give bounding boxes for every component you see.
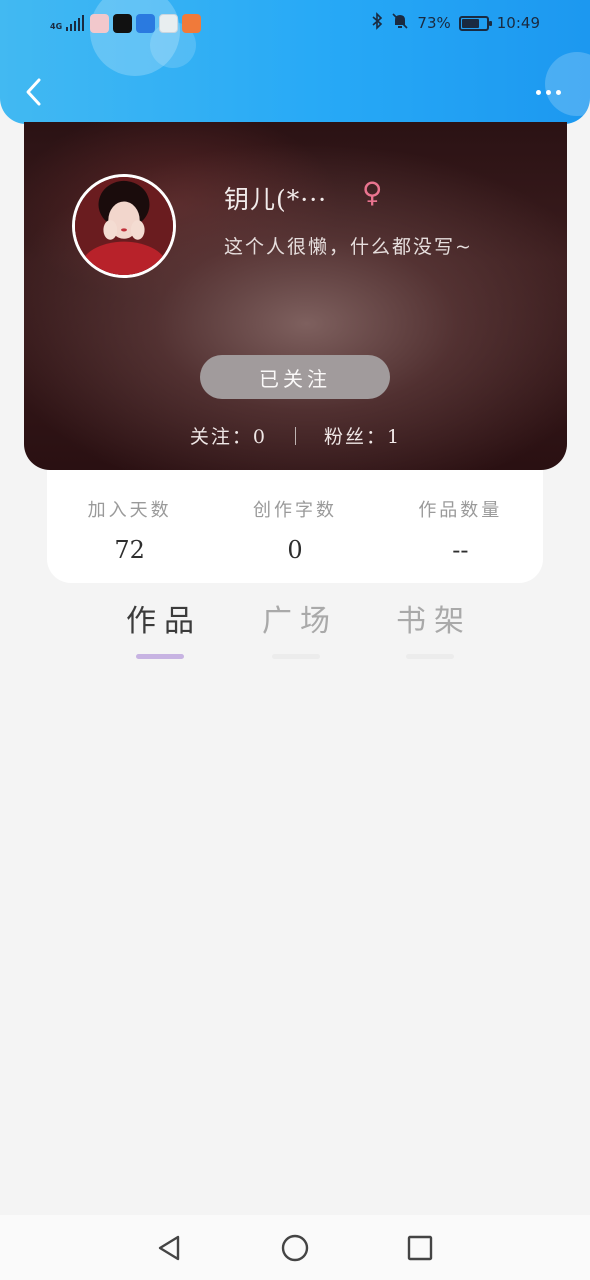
signal-icon: 4G — [50, 15, 85, 31]
home-circle-icon — [281, 1234, 309, 1262]
following-button[interactable]: 已关注 — [200, 355, 390, 399]
back-triangle-icon — [158, 1235, 180, 1261]
back-button[interactable] — [18, 74, 48, 110]
app-icon — [90, 13, 110, 33]
stats-divider — [295, 426, 296, 445]
system-nav-bar — [0, 1215, 590, 1280]
network-type: 4G — [50, 22, 63, 31]
stat-works-count: 作品数量 -- — [378, 470, 543, 583]
following-count: 0 — [252, 426, 267, 448]
more-dots-icon — [535, 89, 541, 95]
avatar[interactable] — [72, 174, 176, 278]
stat-value: -- — [452, 536, 469, 564]
nickname: 钥儿(*··· — [224, 185, 328, 214]
content-tabs: 作品 广场 书架 — [0, 596, 590, 660]
app-icon — [136, 13, 156, 33]
top-header: 4G 73% 10:49 — [0, 0, 590, 124]
bell-muted-icon — [391, 12, 409, 34]
tab-label: 作品 — [126, 604, 202, 639]
tiktok-icon — [113, 13, 133, 33]
stat-label: 作品数量 — [418, 500, 503, 521]
following-stat[interactable]: 关注：0 — [190, 422, 267, 449]
follow-stats: 关注：0 粉丝：1 — [24, 422, 567, 449]
following-label: 关注： — [189, 426, 253, 448]
tab-bookshelf[interactable]: 书架 — [380, 596, 480, 660]
fans-label: 粉丝： — [324, 426, 388, 448]
fans-count: 1 — [387, 426, 402, 448]
tab-label: 广场 — [262, 604, 338, 639]
fans-stat[interactable]: 粉丝：1 — [324, 422, 401, 449]
stats-card: 加入天数 72 创作字数 0 作品数量 -- — [47, 470, 543, 583]
app-icon — [182, 13, 202, 33]
nav-back-button[interactable] — [154, 1233, 184, 1263]
chevron-left-icon — [26, 78, 41, 106]
stat-value: 72 — [114, 536, 145, 564]
nav-home-button[interactable] — [280, 1233, 310, 1263]
bluetooth-icon — [371, 12, 383, 34]
stat-word-count: 创作字数 0 — [212, 470, 377, 583]
stat-join-days: 加入天数 72 — [47, 470, 212, 583]
recents-square-icon — [407, 1235, 433, 1261]
tab-label: 书架 — [396, 604, 472, 639]
stat-value: 0 — [287, 536, 303, 564]
nav-recents-button[interactable] — [405, 1233, 435, 1263]
clock: 10:49 — [496, 14, 540, 32]
stat-label: 创作字数 — [252, 500, 337, 521]
notification-app-icons — [90, 13, 202, 33]
profile-card: 钥儿(*··· ♀ 这个人很懒，什么都没写~ 已关注 关注：0 粉丝：1 — [24, 122, 567, 470]
status-bar: 4G 73% 10:49 — [0, 0, 590, 46]
battery-percent: 73% — [417, 14, 451, 32]
signature-text: 这个人很懒，什么都没写~ — [224, 236, 473, 258]
tab-indicator — [272, 654, 320, 659]
tab-works[interactable]: 作品 — [110, 596, 210, 660]
tab-square[interactable]: 广场 — [246, 596, 346, 660]
battery-icon — [458, 15, 492, 31]
female-gender-icon: ♀ — [362, 176, 383, 209]
tab-indicator — [406, 654, 454, 659]
app-icon — [159, 13, 179, 33]
more-options-button[interactable] — [528, 80, 568, 104]
stat-label: 加入天数 — [87, 500, 172, 521]
tab-active-indicator — [136, 654, 184, 659]
